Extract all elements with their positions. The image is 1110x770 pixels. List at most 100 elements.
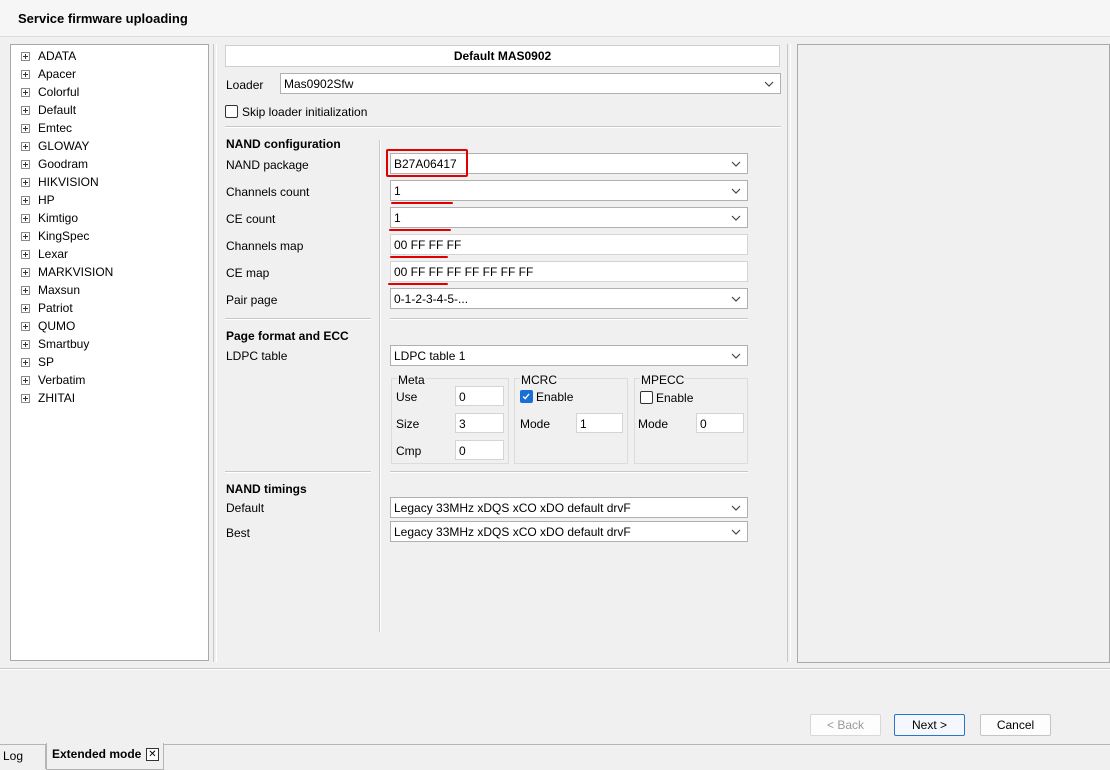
- mcrc-mode-value: 1: [580, 417, 587, 431]
- tab-log-label: Log: [3, 749, 24, 763]
- meta-size-value: 3: [459, 417, 466, 431]
- tree-item[interactable]: Maxsun: [21, 281, 80, 299]
- ldpc-table-label: LDPC table: [226, 349, 288, 363]
- tree-item-label: QUMO: [38, 319, 76, 333]
- ldpc-table-value: LDPC table 1: [394, 349, 466, 363]
- expand-icon[interactable]: [21, 141, 30, 151]
- tree-item[interactable]: Goodram: [21, 155, 88, 173]
- tree-item[interactable]: Colorful: [21, 83, 79, 101]
- highlight-underline: [391, 202, 453, 204]
- best-timing-select[interactable]: Legacy 33MHz xDQS xCO xDO default drvF: [390, 521, 748, 542]
- tree-item-label: Smartbuy: [38, 337, 90, 351]
- default-timing-select[interactable]: Legacy 33MHz xDQS xCO xDO default drvF: [390, 497, 748, 518]
- mcrc-mode-label: Mode: [520, 417, 551, 431]
- divider: [390, 318, 748, 320]
- expand-icon[interactable]: [21, 213, 30, 223]
- meta-cmp-value: 0: [459, 444, 466, 458]
- expand-icon[interactable]: [21, 357, 30, 367]
- expand-icon[interactable]: [21, 87, 30, 97]
- ldpc-table-select[interactable]: LDPC table 1: [390, 345, 748, 366]
- expand-icon[interactable]: [21, 69, 30, 79]
- tree-item[interactable]: Kimtigo: [21, 209, 78, 227]
- expand-icon[interactable]: [21, 123, 30, 133]
- tree-item[interactable]: SP: [21, 353, 54, 371]
- tree-item[interactable]: Smartbuy: [21, 335, 89, 353]
- tree-item[interactable]: Verbatim: [21, 371, 85, 389]
- left-splitter[interactable]: [213, 44, 217, 662]
- back-button[interactable]: < Back: [810, 714, 881, 736]
- meta-use-input[interactable]: 0: [455, 386, 504, 406]
- default-timing-label: Default: [226, 501, 265, 515]
- mpecc-enable-label: Enable: [656, 391, 694, 405]
- mcrc-enable-label: Enable: [536, 390, 574, 404]
- tree-item[interactable]: KingSpec: [21, 227, 89, 245]
- tree-item-label: Colorful: [38, 85, 80, 99]
- chevron-down-icon: [764, 81, 774, 87]
- expand-icon[interactable]: [21, 375, 30, 385]
- skip-loader-checkbox[interactable]: [225, 105, 238, 118]
- expand-icon[interactable]: [21, 231, 30, 241]
- channels-map-value: 00 FF FF FF: [394, 238, 462, 252]
- tree-item[interactable]: HP: [21, 191, 55, 209]
- meta-size-input[interactable]: 3: [455, 413, 504, 433]
- mcrc-enable-checkbox[interactable]: [520, 390, 533, 403]
- mcrc-group-title: MCRC: [520, 373, 558, 387]
- expand-icon[interactable]: [21, 249, 30, 259]
- mpecc-mode-value: 0: [700, 417, 707, 431]
- tree-item-label: Verbatim: [38, 373, 86, 387]
- channels-count-value: 1: [394, 184, 401, 198]
- window-title: Service firmware uploading: [18, 11, 188, 26]
- pair-page-select[interactable]: 0-1-2-3-4-5-...: [390, 288, 748, 309]
- tree-item[interactable]: QUMO: [21, 317, 75, 335]
- mpecc-mode-input[interactable]: 0: [696, 413, 744, 433]
- expand-icon[interactable]: [21, 321, 30, 331]
- tree-item[interactable]: Lexar: [21, 245, 68, 263]
- ce-map-value: 00 FF FF FF FF FF FF FF: [394, 265, 534, 279]
- tree-item-label: SP: [38, 355, 55, 369]
- tree-item[interactable]: MARKVISION: [21, 263, 113, 281]
- tab-log[interactable]: Log: [0, 745, 46, 769]
- loader-select[interactable]: Mas0902Sfw: [280, 73, 781, 94]
- cancel-button[interactable]: Cancel: [980, 714, 1051, 736]
- tree-item[interactable]: ZHITAI: [21, 389, 75, 407]
- pair-page-value: 0-1-2-3-4-5-...: [394, 292, 469, 306]
- tree-item[interactable]: Patriot: [21, 299, 73, 317]
- best-timing-label: Best: [226, 526, 251, 540]
- expand-icon[interactable]: [21, 393, 30, 403]
- page-format-heading: Page format and ECC: [226, 329, 349, 343]
- tree-item[interactable]: GLOWAY: [21, 137, 89, 155]
- ce-map-input[interactable]: 00 FF FF FF FF FF FF FF: [390, 261, 748, 282]
- right-splitter[interactable]: [787, 44, 791, 662]
- expand-icon[interactable]: [21, 177, 30, 187]
- close-tab-icon[interactable]: ✕: [146, 748, 159, 761]
- ce-count-value: 1: [394, 211, 401, 225]
- mpecc-enable-checkbox[interactable]: [640, 391, 653, 404]
- ce-count-label: CE count: [226, 212, 276, 226]
- tree-item-label: Goodram: [38, 157, 89, 171]
- tree-item-label: KingSpec: [38, 229, 90, 243]
- expand-icon[interactable]: [21, 303, 30, 313]
- tree-item[interactable]: Default: [21, 101, 76, 119]
- meta-cmp-input[interactable]: 0: [455, 440, 504, 460]
- tree-item[interactable]: ADATA: [21, 47, 76, 65]
- expand-icon[interactable]: [21, 339, 30, 349]
- expand-icon[interactable]: [21, 267, 30, 277]
- next-button[interactable]: Next >: [894, 714, 965, 736]
- expand-icon[interactable]: [21, 51, 30, 61]
- tree-item[interactable]: Emtec: [21, 119, 72, 137]
- label-field-separator: [379, 140, 381, 632]
- mcrc-mode-input[interactable]: 1: [576, 413, 623, 433]
- channels-map-input[interactable]: 00 FF FF FF: [390, 234, 748, 255]
- expand-icon[interactable]: [21, 285, 30, 295]
- tree-item[interactable]: HIKVISION: [21, 173, 99, 191]
- channels-count-label: Channels count: [226, 185, 310, 199]
- chevron-down-icon: [731, 353, 741, 359]
- channels-count-select[interactable]: 1: [390, 180, 748, 201]
- expand-icon[interactable]: [21, 105, 30, 115]
- tree-item[interactable]: Apacer: [21, 65, 76, 83]
- expand-icon[interactable]: [21, 195, 30, 205]
- ce-count-select[interactable]: 1: [390, 207, 748, 228]
- expand-icon[interactable]: [21, 159, 30, 169]
- tab-extended-mode-label: Extended mode: [52, 747, 142, 761]
- vendor-tree[interactable]: ADATA Apacer Colorful Default Emtec GLOWAY Goo…: [10, 44, 209, 661]
